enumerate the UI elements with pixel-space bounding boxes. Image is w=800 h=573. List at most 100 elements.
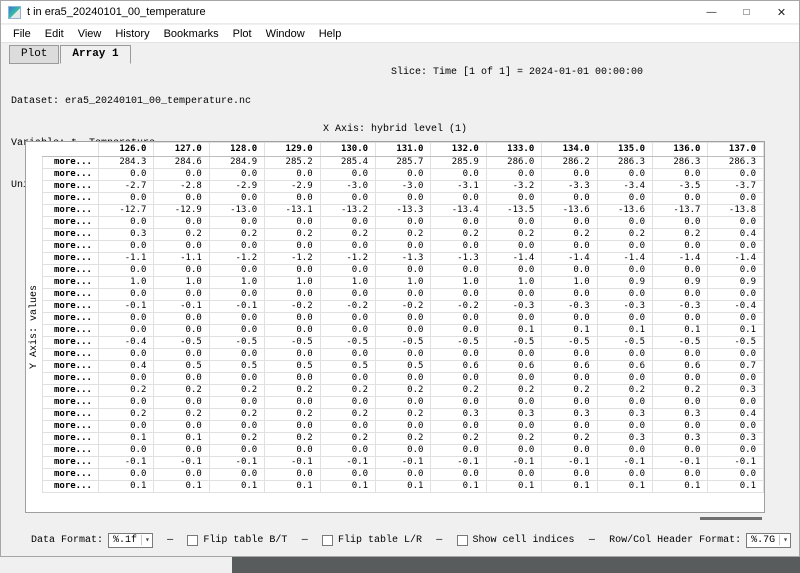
table-cell[interactable]: 0.0	[154, 193, 209, 205]
table-cell[interactable]: 0.0	[653, 289, 708, 301]
table-cell[interactable]: 0.0	[154, 397, 209, 409]
data-format-combobox[interactable]: %.1f ▾	[108, 533, 153, 548]
table-cell[interactable]: 0.2	[320, 385, 375, 397]
table-cell[interactable]: 0.0	[320, 169, 375, 181]
table-cell[interactable]: 0.5	[320, 361, 375, 373]
table-cell[interactable]: 0.4	[708, 229, 764, 241]
row-header-more[interactable]: more...	[43, 349, 99, 361]
table-cell[interactable]: 0.0	[431, 397, 486, 409]
table-cell[interactable]: 0.0	[209, 397, 264, 409]
row-header-more[interactable]: more...	[43, 361, 99, 373]
table-cell[interactable]: 0.3	[486, 409, 541, 421]
table-cell[interactable]: 0.0	[653, 265, 708, 277]
row-header-more[interactable]: more...	[43, 397, 99, 409]
table-cell[interactable]: 0.0	[542, 289, 597, 301]
row-header-more[interactable]: more...	[43, 277, 99, 289]
table-cell[interactable]: 1.0	[154, 277, 209, 289]
table-cell[interactable]: 1.0	[209, 277, 264, 289]
table-cell[interactable]: 0.0	[265, 469, 320, 481]
table-cell[interactable]: 0.0	[99, 445, 154, 457]
table-cell[interactable]: -13.8	[708, 205, 764, 217]
table-cell[interactable]: -3.4	[597, 181, 652, 193]
table-cell[interactable]: 0.0	[653, 193, 708, 205]
table-cell[interactable]: 0.0	[486, 265, 541, 277]
table-cell[interactable]: -0.2	[320, 301, 375, 313]
table-cell[interactable]: 0.2	[542, 229, 597, 241]
table-cell[interactable]: 0.6	[597, 361, 652, 373]
menu-file[interactable]: File	[6, 27, 38, 41]
table-cell[interactable]: 0.0	[708, 169, 764, 181]
table-cell[interactable]: 0.4	[99, 361, 154, 373]
table-cell[interactable]: 0.0	[320, 469, 375, 481]
table-cell[interactable]: 0.0	[653, 349, 708, 361]
table-cell[interactable]: 0.0	[265, 265, 320, 277]
table-cell[interactable]: -2.8	[154, 181, 209, 193]
table-cell[interactable]: -13.4	[431, 205, 486, 217]
table-cell[interactable]: 0.1	[708, 325, 764, 337]
table-cell[interactable]: 0.0	[376, 445, 431, 457]
table-cell[interactable]: 0.0	[376, 325, 431, 337]
table-cell[interactable]: 0.0	[431, 169, 486, 181]
row-header-more[interactable]: more...	[43, 157, 99, 169]
table-cell[interactable]: -0.4	[99, 337, 154, 349]
horizontal-scrollbar-thumb[interactable]	[700, 517, 762, 520]
table-cell[interactable]: 0.2	[154, 229, 209, 241]
menu-bookmarks[interactable]: Bookmarks	[157, 27, 226, 41]
table-cell[interactable]: -0.1	[154, 301, 209, 313]
table-cell[interactable]: 0.2	[154, 385, 209, 397]
table-cell[interactable]: 0.0	[486, 421, 541, 433]
table-cell[interactable]: 0.3	[708, 385, 764, 397]
table-cell[interactable]: 0.3	[431, 409, 486, 421]
table-cell[interactable]: 0.0	[542, 193, 597, 205]
row-header-more[interactable]: more...	[43, 481, 99, 493]
table-cell[interactable]: 0.1	[154, 481, 209, 493]
table-cell[interactable]: 0.2	[99, 385, 154, 397]
table-cell[interactable]: 0.1	[486, 325, 541, 337]
table-cell[interactable]: 0.0	[708, 397, 764, 409]
table-cell[interactable]: 286.3	[597, 157, 652, 169]
table-cell[interactable]: 0.0	[542, 265, 597, 277]
table-cell[interactable]: -3.0	[376, 181, 431, 193]
table-cell[interactable]: 0.0	[708, 373, 764, 385]
table-cell[interactable]: -0.2	[265, 301, 320, 313]
table-cell[interactable]: 0.1	[431, 481, 486, 493]
table-cell[interactable]: 0.0	[486, 313, 541, 325]
table-cell[interactable]: 0.0	[486, 241, 541, 253]
menu-help[interactable]: Help	[312, 27, 349, 41]
table-cell[interactable]: 0.0	[653, 469, 708, 481]
table-cell[interactable]: 0.0	[209, 469, 264, 481]
table-cell[interactable]: 1.0	[265, 277, 320, 289]
table-cell[interactable]: 0.0	[154, 217, 209, 229]
table-cell[interactable]: -0.5	[154, 337, 209, 349]
table-cell[interactable]: 0.0	[431, 313, 486, 325]
table-cell[interactable]: -0.1	[209, 301, 264, 313]
table-cell[interactable]: 0.0	[209, 421, 264, 433]
table-cell[interactable]: 285.9	[431, 157, 486, 169]
table-cell[interactable]: 0.0	[653, 445, 708, 457]
table-cell[interactable]: -12.7	[99, 205, 154, 217]
table-cell[interactable]: 285.4	[320, 157, 375, 169]
table-cell[interactable]: 0.2	[320, 409, 375, 421]
table-cell[interactable]: 0.0	[320, 241, 375, 253]
row-header-more[interactable]: more...	[43, 193, 99, 205]
table-cell[interactable]: 0.0	[376, 397, 431, 409]
table-cell[interactable]: 0.0	[708, 241, 764, 253]
table-cell[interactable]: 0.3	[542, 409, 597, 421]
table-cell[interactable]: -0.5	[653, 337, 708, 349]
table-cell[interactable]: 0.0	[431, 445, 486, 457]
table-cell[interactable]: -0.1	[376, 457, 431, 469]
table-cell[interactable]: 0.2	[209, 229, 264, 241]
table-cell[interactable]: 285.2	[265, 157, 320, 169]
menu-history[interactable]: History	[108, 27, 156, 41]
table-cell[interactable]: 0.0	[99, 193, 154, 205]
table-cell[interactable]: 0.0	[597, 421, 652, 433]
table-cell[interactable]: 0.9	[653, 277, 708, 289]
row-header-more[interactable]: more...	[43, 421, 99, 433]
table-cell[interactable]: 0.2	[653, 385, 708, 397]
table-cell[interactable]: 0.0	[542, 469, 597, 481]
table-cell[interactable]: 0.0	[154, 241, 209, 253]
table-cell[interactable]: 0.2	[597, 385, 652, 397]
table-cell[interactable]: 0.0	[376, 241, 431, 253]
table-cell[interactable]: 1.0	[376, 277, 431, 289]
table-cell[interactable]: 0.0	[376, 217, 431, 229]
